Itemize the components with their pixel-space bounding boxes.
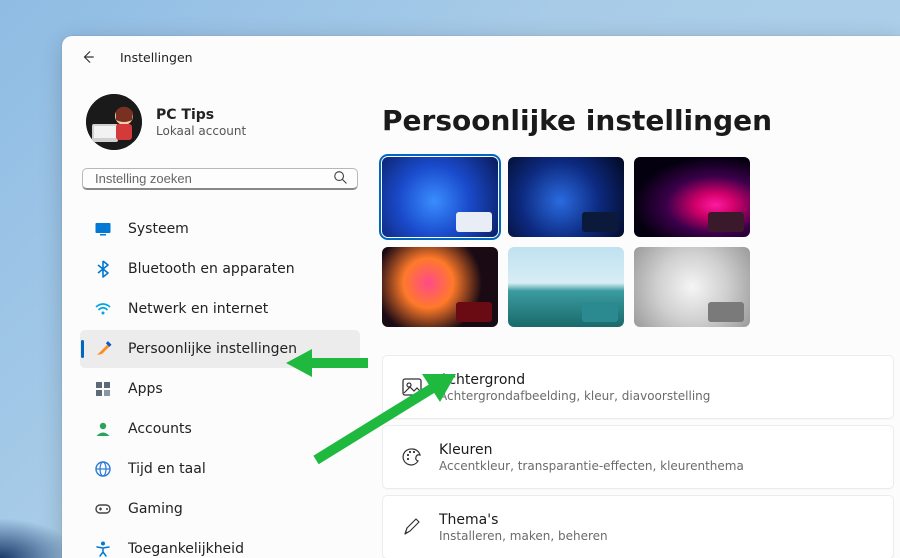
game-icon [94, 500, 112, 518]
nav-netwerk[interactable]: Netwerk en internet [80, 290, 360, 328]
back-button[interactable] [76, 45, 100, 69]
nav-persoonlijke-instellingen[interactable]: Persoonlijke instellingen [80, 330, 360, 368]
avatar [86, 94, 142, 150]
option-sub: Achtergrondafbeelding, kleur, diavoorste… [439, 389, 710, 403]
search-box[interactable] [82, 168, 358, 190]
titlebar: Instellingen [62, 36, 900, 78]
nav-label: Accounts [128, 421, 192, 437]
person-icon [94, 420, 112, 438]
nav-systeem[interactable]: Systeem [80, 210, 360, 248]
theme-tile-6[interactable] [634, 247, 750, 327]
monitor-icon [94, 220, 112, 238]
search-icon [333, 169, 347, 188]
sidebar: PC Tips Lokaal account Systeem Bluetooth… [62, 78, 372, 558]
brush-icon [94, 340, 112, 358]
theme-tile-3[interactable] [634, 157, 750, 237]
theme-tile-4[interactable] [382, 247, 498, 327]
nav-gaming[interactable]: Gaming [80, 490, 360, 528]
theme-tile-5[interactable] [508, 247, 624, 327]
nav-label: Toegankelijkheid [128, 541, 244, 557]
wifi-icon [94, 300, 112, 318]
image-icon [401, 376, 423, 398]
main-content: Persoonlijke instellingen Achtergrond Ac… [372, 78, 900, 558]
option-themas[interactable]: Thema's Installeren, maken, beheren [382, 495, 894, 558]
option-kleuren[interactable]: Kleuren Accentkleur, transparantie-effec… [382, 425, 894, 489]
search-input[interactable] [95, 171, 333, 186]
nav-label: Systeem [128, 221, 189, 237]
option-title: Kleuren [439, 442, 744, 458]
palette-icon [401, 446, 423, 468]
user-sub: Lokaal account [156, 124, 246, 138]
nav-list: Systeem Bluetooth en apparaten Netwerk e… [80, 210, 360, 558]
user-block[interactable]: PC Tips Lokaal account [80, 86, 360, 168]
bluetooth-icon [94, 260, 112, 278]
settings-window: Instellingen PC Tips Lokaal accoun [62, 36, 900, 558]
nav-label: Gaming [128, 501, 183, 517]
theme-gallery [382, 157, 900, 327]
nav-label: Persoonlijke instellingen [128, 341, 297, 357]
nav-tijd-en-taal[interactable]: Tijd en taal [80, 450, 360, 488]
option-sub: Installeren, maken, beheren [439, 529, 608, 543]
option-achtergrond[interactable]: Achtergrond Achtergrondafbeelding, kleur… [382, 355, 894, 419]
theme-tile-2[interactable] [508, 157, 624, 237]
nav-label: Bluetooth en apparaten [128, 261, 295, 277]
option-sub: Accentkleur, transparantie-effecten, kle… [439, 459, 744, 473]
nav-label: Apps [128, 381, 163, 397]
apps-icon [94, 380, 112, 398]
nav-accounts[interactable]: Accounts [80, 410, 360, 448]
nav-label: Netwerk en internet [128, 301, 268, 317]
nav-apps[interactable]: Apps [80, 370, 360, 408]
globe-icon [94, 460, 112, 478]
nav-label: Tijd en taal [128, 461, 206, 477]
accessibility-icon [94, 540, 112, 558]
arrow-left-icon [81, 50, 95, 64]
theme-tile-1[interactable] [382, 157, 498, 237]
nav-toegankelijkheid[interactable]: Toegankelijkheid [80, 530, 360, 558]
user-name: PC Tips [156, 107, 246, 123]
option-title: Achtergrond [439, 372, 710, 388]
option-title: Thema's [439, 512, 608, 528]
window-title: Instellingen [120, 50, 193, 65]
options-list: Achtergrond Achtergrondafbeelding, kleur… [382, 355, 900, 558]
nav-bluetooth[interactable]: Bluetooth en apparaten [80, 250, 360, 288]
pen-icon [401, 516, 423, 538]
page-title: Persoonlijke instellingen [382, 104, 900, 137]
